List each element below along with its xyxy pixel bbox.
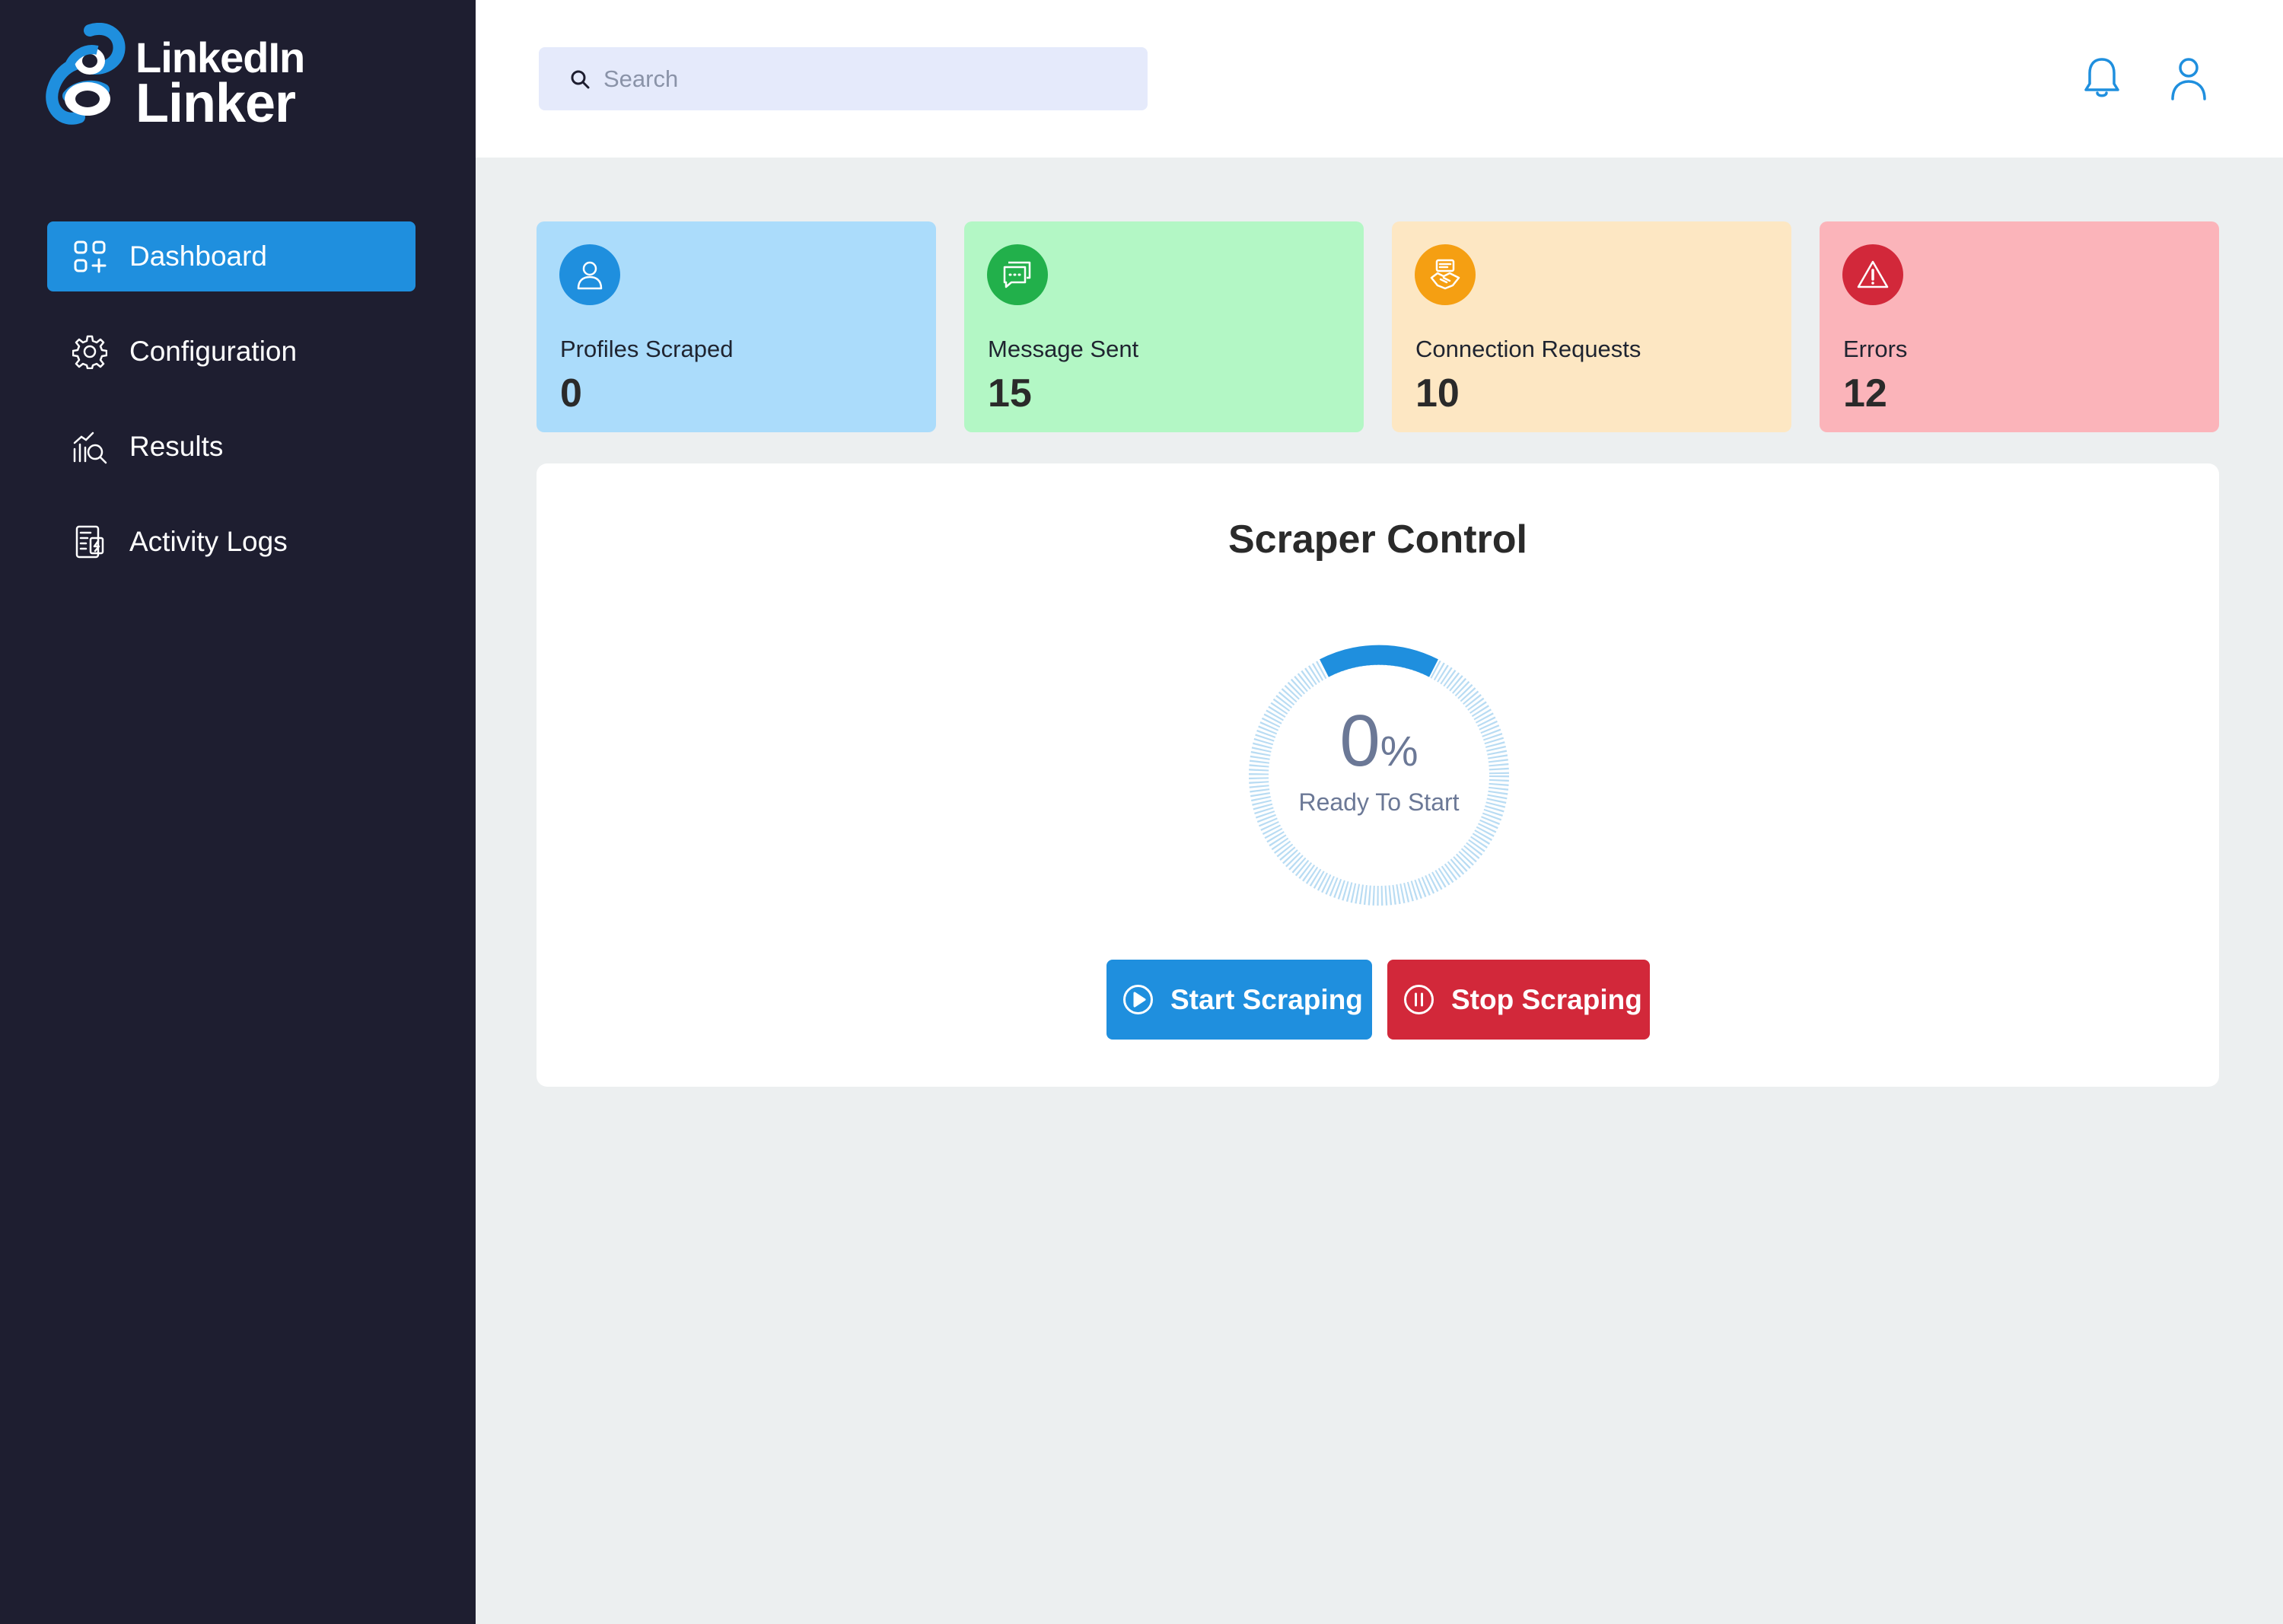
stat-value: 15 xyxy=(988,371,1032,416)
play-icon xyxy=(1123,985,1153,1014)
sidebar-item-label: Activity Logs xyxy=(129,526,288,557)
sidebar-item-label: Configuration xyxy=(129,336,298,367)
stat-value: 10 xyxy=(1415,371,1460,416)
stat-label: Errors xyxy=(1843,336,1908,362)
dashboard-grid-icon xyxy=(74,240,107,273)
progress-unit: % xyxy=(1380,727,1419,775)
card-icon-badge xyxy=(1842,244,1903,305)
sidebar-nav: Dashboard Configuration Results Activity… xyxy=(47,221,416,602)
card-icon-badge xyxy=(987,244,1048,305)
user-icon[interactable] xyxy=(2170,56,2208,100)
logo-line-2: Linker xyxy=(135,73,296,134)
top-bar xyxy=(476,0,2283,158)
scraper-status: Ready To Start xyxy=(1298,788,1460,816)
stat-label: Message Sent xyxy=(988,336,1139,362)
sidebar-item-label: Dashboard xyxy=(129,240,268,272)
panel-title: Scraper Control xyxy=(1228,517,1527,562)
warning-icon xyxy=(1857,260,1889,288)
gear-icon xyxy=(72,335,107,369)
sidebar-item-dashboard[interactable]: Dashboard xyxy=(47,221,416,291)
stat-value: 12 xyxy=(1843,371,1887,416)
bell-icon[interactable] xyxy=(2083,56,2121,100)
start-button-label: Start Scraping xyxy=(1170,984,1363,1015)
chain-link-icon xyxy=(46,23,126,125)
message-icon xyxy=(1003,261,1031,288)
chart-search-icon xyxy=(73,431,107,464)
progress-value: 0 xyxy=(1339,700,1380,782)
logo-wordmark: LinkedIn Linker xyxy=(135,37,305,134)
sidebar-item-activity-logs[interactable]: Activity Logs xyxy=(47,507,416,577)
card-icon-badge xyxy=(1415,244,1476,305)
sidebar: LinkedIn Linker Dashboard Configuration xyxy=(0,0,476,1624)
stat-card-message-sent: Message Sent 15 xyxy=(964,221,1364,432)
stat-card-errors: Errors 12 xyxy=(1820,221,2219,432)
stat-label: Profiles Scraped xyxy=(560,336,734,362)
search-box xyxy=(539,47,1148,110)
scraper-control-panel: Scraper Control 0% Ready To Start Start … xyxy=(537,463,2219,1087)
start-scraping-button[interactable]: Start Scraping xyxy=(1106,960,1372,1040)
stat-label: Connection Requests xyxy=(1415,336,1641,362)
sidebar-item-results[interactable]: Results xyxy=(47,412,416,482)
user-icon xyxy=(577,261,603,290)
stop-scraping-button[interactable]: Stop Scraping xyxy=(1387,960,1650,1040)
progress-percent: 0% xyxy=(1242,699,1516,783)
stat-value: 0 xyxy=(560,371,582,416)
stat-card-profiles-scraped: Profiles Scraped 0 xyxy=(537,221,936,432)
activity-log-icon xyxy=(75,525,104,559)
search-icon xyxy=(571,70,590,89)
sidebar-item-configuration[interactable]: Configuration xyxy=(47,317,416,387)
search-input[interactable] xyxy=(603,47,1129,110)
sidebar-item-label: Results xyxy=(129,431,224,462)
stat-card-connection-requests: Connection Requests 10 xyxy=(1392,221,1791,432)
card-icon-badge xyxy=(559,244,620,305)
app-logo[interactable]: LinkedIn Linker xyxy=(46,23,305,137)
pause-icon xyxy=(1404,985,1434,1014)
handshake-icon xyxy=(1430,259,1460,290)
stop-button-label: Stop Scraping xyxy=(1451,984,1642,1015)
